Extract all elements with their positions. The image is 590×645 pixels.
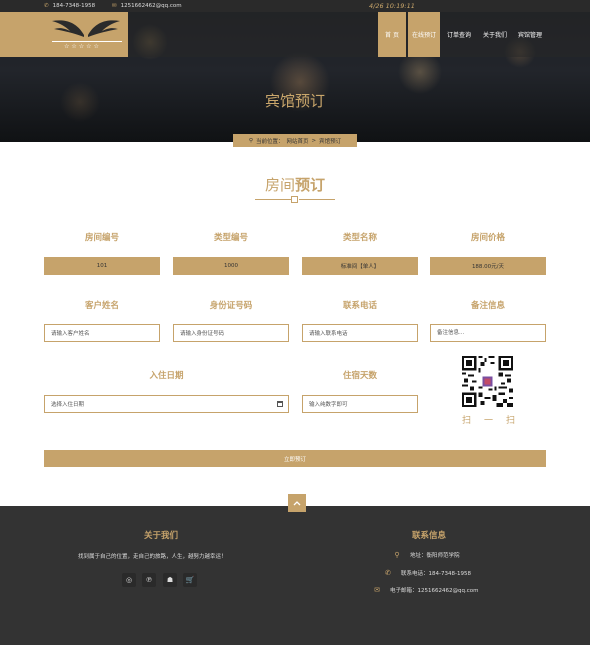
logo-divider bbox=[52, 41, 122, 42]
idcard-label: 身份证号码 bbox=[209, 301, 253, 311]
book-now-button[interactable]: 立即预订 bbox=[44, 450, 546, 467]
phone-label: 联系电话 bbox=[342, 301, 377, 311]
qq-icon[interactable]: ☗ bbox=[163, 573, 177, 587]
phone-icon: ✆ bbox=[44, 3, 49, 9]
phone-icon: ✆ bbox=[385, 569, 391, 577]
wings-logo-icon bbox=[52, 20, 120, 37]
checkin-date-label: 入住日期 bbox=[149, 371, 184, 381]
stay-days-input[interactable]: 输入纯数字即可 bbox=[302, 395, 418, 413]
breadcrumb-home-link[interactable]: 网站首页 bbox=[286, 137, 308, 145]
nav-item-label: 关于我们 bbox=[482, 32, 507, 39]
footer-email-row: ✉ 电子邮箱：1251662462@qq.com bbox=[372, 586, 478, 594]
nav-item-home[interactable]: 首 页 bbox=[378, 12, 406, 57]
scan-char: 扫 bbox=[462, 416, 472, 426]
customer-name-input[interactable]: 请输入客户姓名 bbox=[44, 324, 160, 342]
nav-item-order-query[interactable]: 订单查询 bbox=[442, 12, 476, 57]
mail-icon: ✉ bbox=[112, 3, 117, 9]
footer-address: 地址：衡阳师范学院 bbox=[410, 553, 460, 559]
type-name-label: 类型名称 bbox=[342, 233, 377, 243]
mail-icon: ✉ bbox=[374, 586, 380, 594]
footer-contact-title: 联系信息 bbox=[412, 531, 447, 541]
checkin-date-input[interactable]: 选择入住日期 bbox=[44, 395, 289, 413]
page-title: 宾馆预订 bbox=[264, 92, 325, 110]
customer-name-label: 客户姓名 bbox=[84, 301, 119, 311]
price-label: 房间价格 bbox=[470, 233, 505, 243]
top-email[interactable]: ✉ 1251662462@qq.com bbox=[112, 3, 182, 9]
logo-stars: ☆☆☆☆☆ bbox=[64, 43, 101, 50]
chevron-up-icon bbox=[293, 501, 301, 506]
stay-days-label: 住宿天数 bbox=[342, 371, 377, 381]
remark-textarea[interactable]: 备注信息... bbox=[430, 324, 546, 342]
pinterest-icon[interactable]: ℗ bbox=[142, 573, 156, 587]
nav-item-hotel-admin[interactable]: 宾馆管理 bbox=[513, 12, 547, 57]
section-divider bbox=[255, 196, 335, 204]
idcard-input[interactable]: 请输入身份证号码 bbox=[173, 324, 289, 342]
type-no-field: 1000 bbox=[173, 257, 289, 275]
top-email-text[interactable]: 1251662462@qq.com bbox=[121, 3, 182, 9]
calendar-icon[interactable] bbox=[277, 401, 283, 407]
scan-char: 扫 bbox=[505, 416, 515, 426]
scan-char: 一 bbox=[483, 416, 493, 426]
nav-item-label: 订单查询 bbox=[446, 32, 471, 39]
phone-input[interactable]: 请输入联系电话 bbox=[302, 324, 418, 342]
location-pin-icon: ⚲ bbox=[248, 137, 253, 144]
top-bar: ✆ 184-7348-1958 ✉ 1251662462@qq.com 4/26… bbox=[0, 0, 590, 12]
hero-banner: ☆☆☆☆☆ 首 页 在线预订 订单查询 关于我们 宾馆管理 宾馆预订 bbox=[0, 12, 590, 142]
footer-phone: 联系电话：184-7348-1958 bbox=[401, 571, 471, 577]
breadcrumb-current: 宾馆预订 bbox=[319, 138, 342, 145]
back-to-top-button[interactable] bbox=[288, 494, 306, 512]
room-no-label: 房间编号 bbox=[84, 233, 119, 243]
checkin-date-placeholder: 选择入住日期 bbox=[51, 402, 85, 408]
footer-address-row: ⚲ 地址：衡阳师范学院 bbox=[392, 551, 460, 559]
nav-item-label: 宾馆管理 bbox=[517, 32, 542, 39]
top-phone-text: 184-7348-1958 bbox=[52, 3, 96, 9]
section-title-light: 房间 bbox=[264, 176, 295, 194]
qr-code-icon bbox=[462, 356, 513, 407]
cart-icon[interactable]: 🛒 bbox=[183, 573, 197, 587]
top-phone: ✆ 184-7348-1958 bbox=[44, 3, 95, 9]
type-name-field: 标准间【单人】 bbox=[302, 257, 418, 275]
weibo-icon[interactable]: ◎ bbox=[122, 573, 136, 587]
footer-phone-row: ✆ 联系电话：184-7348-1958 bbox=[383, 569, 471, 577]
footer bbox=[0, 506, 590, 645]
location-pin-icon: ⚲ bbox=[394, 551, 400, 559]
footer-about-title: 关于我们 bbox=[144, 531, 179, 541]
room-no-field: 101 bbox=[44, 257, 160, 275]
remark-label: 备注信息 bbox=[470, 301, 505, 311]
footer-about-text: 找到属于自己的位置，走自己的旅路，人生，越努力越幸运！ bbox=[78, 554, 227, 560]
nav-item-label: 首 页 bbox=[385, 32, 399, 39]
breadcrumb: ⚲ 当前位置： 网站首页 > 宾馆预订 bbox=[233, 134, 357, 147]
scan-caption: 扫 一 扫 bbox=[462, 413, 515, 426]
nav-item-about[interactable]: 关于我们 bbox=[478, 12, 512, 57]
nav-item-online-booking[interactable]: 在线预订 bbox=[408, 12, 440, 57]
price-field: 188.00元/天 bbox=[430, 257, 546, 275]
section-title-bold: 预订 bbox=[295, 176, 326, 194]
nav-item-label: 在线预订 bbox=[411, 32, 436, 39]
breadcrumb-prefix: 当前位置： bbox=[255, 138, 284, 145]
site-logo[interactable]: ☆☆☆☆☆ bbox=[0, 12, 128, 57]
section-title: 房间预订 bbox=[0, 174, 590, 195]
footer-email[interactable]: 电子邮箱：1251662462@qq.com bbox=[390, 586, 478, 594]
clock-text: 4/26 10:19:11 bbox=[369, 2, 415, 10]
type-no-label: 类型编号 bbox=[213, 233, 248, 243]
breadcrumb-separator: > bbox=[311, 137, 317, 144]
